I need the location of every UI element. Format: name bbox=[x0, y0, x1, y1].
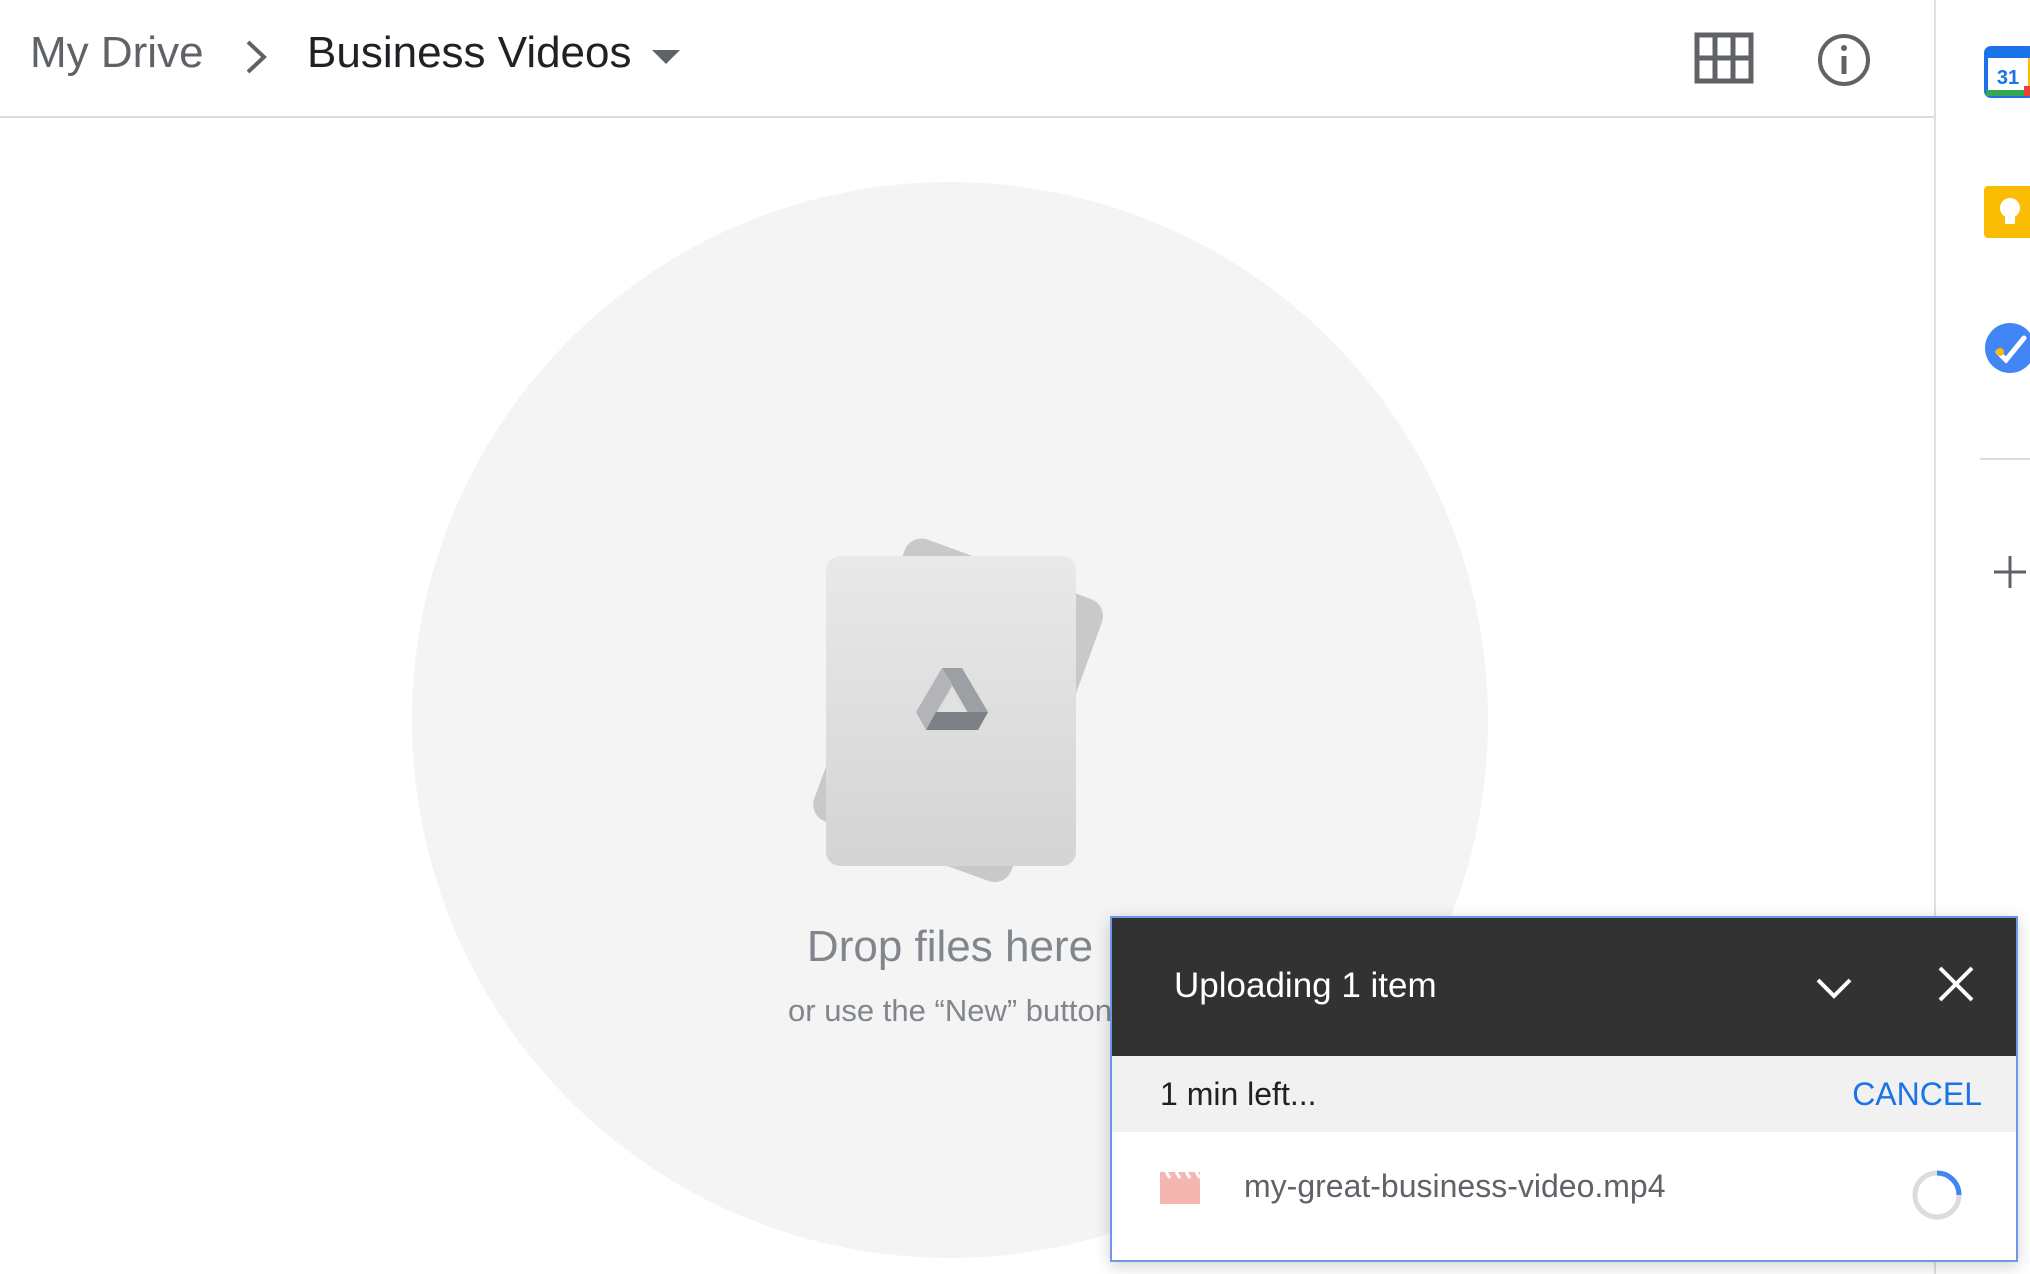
add-addon-icon[interactable] bbox=[1992, 554, 2028, 590]
upload-spinner-icon bbox=[1912, 1170, 1962, 1220]
chevron-right-icon bbox=[246, 40, 267, 74]
chevron-down-icon[interactable] bbox=[1814, 972, 1854, 1002]
info-icon[interactable] bbox=[1816, 32, 1872, 88]
time-remaining: 1 min left... bbox=[1160, 1076, 1317, 1112]
tasks-icon[interactable] bbox=[1984, 322, 2030, 374]
upload-progress-panel: Uploading 1 item 1 min left... CANCEL my… bbox=[1110, 916, 2018, 1262]
video-file-icon bbox=[1160, 1171, 1202, 1204]
upload-title: Uploading 1 item bbox=[1174, 966, 1437, 1005]
upload-status-bar: 1 min left... CANCEL bbox=[1112, 1056, 2016, 1132]
upload-panel-header: Uploading 1 item bbox=[1112, 918, 2016, 1056]
upload-file-row[interactable]: my-great-business-video.mp4 bbox=[1112, 1132, 2016, 1260]
drive-header: My Drive Business Videos bbox=[0, 0, 1934, 118]
dropdown-arrow-icon[interactable] bbox=[652, 50, 680, 66]
upload-file-name: my-great-business-video.mp4 bbox=[1244, 1168, 1666, 1204]
side-panel-divider bbox=[1980, 458, 2030, 460]
breadcrumb-current-folder[interactable]: Business Videos bbox=[307, 28, 632, 78]
calendar-icon[interactable]: 31 bbox=[1984, 46, 2030, 98]
drive-files-illustration bbox=[813, 538, 1104, 883]
keep-icon[interactable] bbox=[1984, 186, 2030, 238]
svg-text:31: 31 bbox=[1997, 67, 2019, 89]
breadcrumb-my-drive[interactable]: My Drive bbox=[30, 28, 204, 78]
grid-view-icon[interactable] bbox=[1694, 32, 1754, 84]
close-icon[interactable] bbox=[1936, 964, 1976, 1004]
cancel-upload-button[interactable]: CANCEL bbox=[1852, 1076, 1982, 1113]
